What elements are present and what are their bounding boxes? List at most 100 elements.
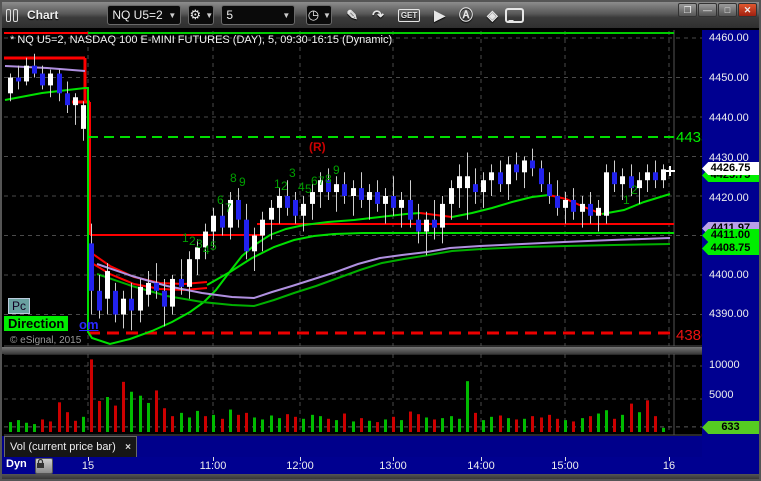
candle-body (73, 97, 78, 106)
candle-body (105, 271, 110, 299)
candle-body (293, 199, 298, 216)
window-bottom-edge (2, 474, 759, 479)
volume-bar (25, 422, 28, 432)
get-quotes-icon[interactable]: GET (397, 8, 421, 22)
volume-bar (196, 410, 199, 432)
lock-icon[interactable] (35, 458, 53, 474)
volume-bar (540, 417, 543, 432)
volume-bar (556, 418, 559, 432)
symbol-input[interactable]: NQ U5=2 ▼ (107, 5, 182, 25)
candle-body (121, 298, 126, 315)
candle-body (399, 199, 404, 208)
candle-body (81, 105, 86, 129)
signal-number: 6 (311, 174, 318, 188)
volume-bar (433, 419, 436, 432)
candle-body (432, 219, 437, 228)
candle-body (220, 215, 225, 228)
window-controls: ❐ — □ ✕ (678, 3, 757, 17)
volume-bar (147, 402, 150, 432)
candle-body (653, 172, 658, 181)
minimize-button[interactable]: — (698, 3, 717, 17)
clock-icon[interactable]: ◷ ▼ (306, 5, 333, 25)
volume-bar (531, 416, 534, 432)
watermark-link[interactable]: om (79, 317, 99, 332)
candle-body (645, 172, 650, 181)
paint-icon[interactable]: ◈ (487, 7, 498, 24)
dyn-mode-label[interactable]: Dyn (6, 458, 27, 470)
time-axis[interactable]: Dyn 15 11:00 12:00 13:00 14:00 15:00 16 (2, 457, 759, 474)
signal-number: 4 (298, 180, 305, 194)
candle-body (391, 196, 396, 208)
axis-tick-label: 4420.00 (709, 192, 749, 204)
trendline-icon[interactable]: ↷ (372, 7, 384, 24)
pc-study-label[interactable]: Pc (8, 298, 31, 314)
candle-body (65, 93, 70, 106)
candle-body (301, 203, 306, 216)
resistance-tag: (R) (309, 140, 326, 154)
comment-bubble-icon[interactable] (504, 7, 524, 23)
gear-icon[interactable]: ⚙ ▼ (188, 5, 215, 25)
candle-body (481, 180, 486, 193)
volume-bar (638, 412, 641, 432)
volume-bar (163, 408, 166, 432)
close-button[interactable]: ✕ (738, 3, 757, 17)
volume-bar (33, 424, 36, 432)
volume-bar (221, 418, 224, 432)
volume-bar (139, 395, 142, 432)
volume-bar (482, 420, 485, 432)
candle-body (588, 203, 593, 216)
volume-bar (114, 405, 117, 432)
volume-bar (384, 419, 387, 432)
close-tab-icon[interactable]: × (125, 442, 131, 453)
candle-body (424, 219, 429, 232)
price-axis[interactable]: 4460.00 4450.00 4440.00 4430.00 4420.00 4400.… (702, 30, 759, 457)
pane-splitter[interactable] (2, 347, 702, 354)
candle-body (146, 282, 151, 295)
candle-body (637, 180, 642, 189)
candle-body (260, 219, 265, 236)
volume-bar (466, 381, 469, 432)
volume-bar (564, 420, 567, 432)
volume-bar (368, 420, 371, 432)
volume-bar (376, 422, 379, 432)
volume-bar (204, 416, 207, 432)
chevron-down-icon[interactable]: ▼ (168, 11, 176, 20)
volume-bar (237, 414, 240, 432)
candle-body (48, 73, 53, 86)
candle-body (269, 207, 274, 220)
axis-tick-label: 5000 (709, 389, 734, 401)
maximize-button[interactable]: □ (718, 3, 737, 17)
window-menu-button[interactable]: ❐ (678, 3, 697, 17)
tab-label: Vol (current price bar) (10, 441, 116, 453)
volume-bar (180, 412, 183, 432)
volume-bar (335, 420, 338, 432)
candle-body (244, 219, 249, 252)
axis-tick-label: 4450.00 (709, 72, 749, 84)
volume-bar (245, 412, 248, 432)
auto-annotate-icon[interactable]: Ⓐ (459, 5, 473, 25)
candle-body (465, 176, 470, 189)
volume-bar (74, 420, 77, 432)
play-icon[interactable]: ▶ (434, 7, 445, 24)
volume-bar (450, 416, 453, 432)
volume-bar (9, 422, 12, 432)
tab-volume-study[interactable]: Vol (current price bar) × (4, 436, 137, 457)
candle-body (252, 235, 257, 252)
interval-input[interactable]: 5 ▼ (221, 5, 296, 25)
volume-bar (270, 415, 273, 432)
candle-body (555, 196, 560, 208)
axis-tick-label: 4400.00 (709, 269, 749, 281)
chevron-down-icon[interactable]: ▼ (282, 11, 290, 20)
volume-bar (548, 414, 551, 432)
volume-bar (41, 419, 44, 432)
pencil-icon[interactable]: ✎ (346, 7, 358, 24)
direction-study-label[interactable]: Direction (4, 316, 69, 331)
volume-bar (286, 414, 289, 432)
signal-number: 2 (281, 179, 288, 193)
copyright-label: © eSignal, 2015 (10, 335, 82, 346)
volume-bar (82, 416, 85, 432)
volume-bar (490, 416, 493, 432)
candle-body (170, 278, 175, 307)
volume-bar (302, 418, 305, 432)
candle-body (563, 199, 568, 208)
